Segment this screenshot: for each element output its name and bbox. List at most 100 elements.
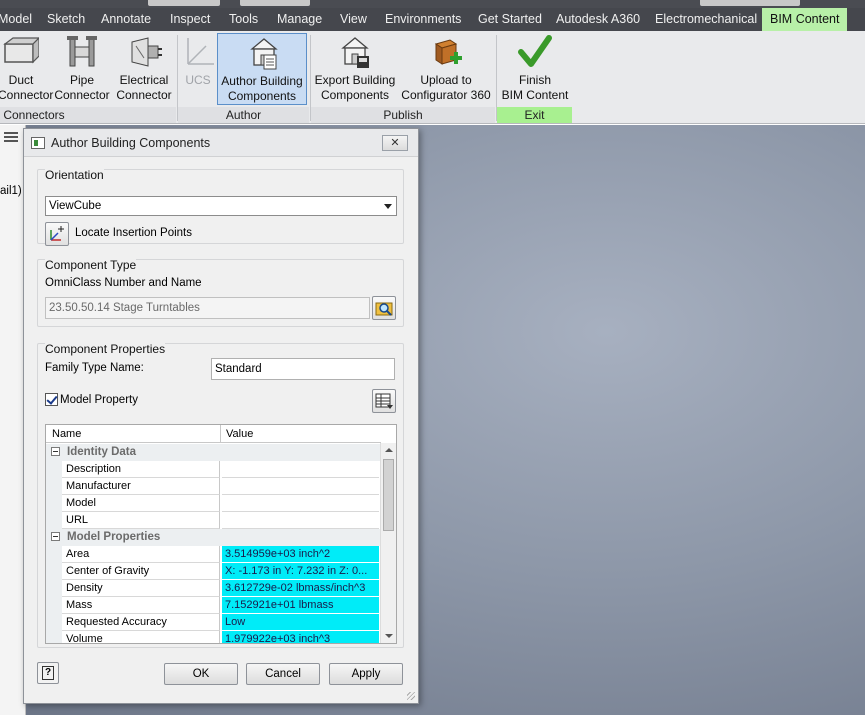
pipe-connector-button[interactable]: Pipe Connector (52, 34, 112, 103)
ucs-label: UCS (185, 73, 211, 87)
tab-inspect[interactable]: Inspect (168, 8, 212, 31)
property-grid-header: Name Value (46, 425, 381, 443)
duct-connector-label-1: Duct (8, 73, 34, 87)
apply-button[interactable]: Apply (329, 663, 403, 685)
property-value[interactable] (222, 461, 379, 478)
author-building-icon (250, 38, 278, 70)
panel-label-connectors: Connectors (0, 107, 176, 123)
tab-annotate[interactable]: Annotate (99, 8, 153, 31)
table-row[interactable]: Volume 1.979922e+03 inch^3 (46, 631, 381, 643)
model-property-checkbox[interactable] (45, 393, 58, 406)
property-name: Volume (62, 631, 220, 643)
tab-get-started[interactable]: Get Started (476, 8, 544, 31)
family-type-label: Family Type Name: (45, 362, 144, 374)
pipe-connector-label-1: Pipe (69, 73, 95, 87)
tab-manage[interactable]: Manage (275, 8, 324, 31)
help-button[interactable]: ? (37, 662, 59, 684)
upload-configurator-button[interactable]: Upload to Configurator 360 (399, 34, 493, 103)
component-properties-group: Component Properties Family Type Name: S… (37, 342, 404, 648)
property-value[interactable]: 3.514959e+03 inch^2 (222, 546, 379, 563)
locate-insertion-points-button[interactable] (45, 222, 69, 246)
electrical-connector-button[interactable]: Electrical Connector (114, 34, 174, 103)
tab-electromechanical[interactable]: Electromechanical (653, 8, 759, 31)
property-grid-scrollbar[interactable] (380, 443, 396, 643)
property-table-button[interactable] (372, 389, 396, 413)
property-name: Model (62, 495, 220, 512)
table-row[interactable]: Mass 7.152921e+01 lbmass (46, 597, 381, 614)
table-row[interactable]: Density 3.612729e-02 lbmass/inch^3 (46, 580, 381, 597)
collapse-icon[interactable] (51, 447, 60, 456)
row-gutter (46, 495, 62, 512)
author-building-components-button[interactable]: Author Building Components (217, 33, 307, 105)
tab-model[interactable]: Model (0, 8, 34, 31)
ucs-button[interactable]: UCS (180, 34, 216, 88)
property-value[interactable]: 7.152921e+01 lbmass (222, 597, 379, 614)
electrical-connector-label-1: Electrical (119, 73, 169, 87)
menu-icon[interactable] (4, 132, 18, 142)
collapse-icon[interactable] (51, 532, 60, 541)
browser-node-text[interactable]: ail1) (0, 185, 22, 197)
duct-connector-button[interactable]: Duct Connector (0, 34, 53, 103)
table-row[interactable]: URL (46, 512, 381, 529)
property-grid: Name Value Identity Data Description Man… (45, 424, 397, 644)
property-value[interactable] (222, 512, 379, 529)
finish-bim-content-button[interactable]: Finish BIM Content (499, 34, 571, 103)
table-row[interactable]: Description (46, 461, 381, 478)
property-name: Density (62, 580, 220, 597)
export-building-components-button[interactable]: Export Building Components (313, 34, 397, 103)
column-header-value[interactable]: Value (226, 428, 253, 440)
table-row[interactable]: Manufacturer (46, 478, 381, 495)
property-value[interactable]: 3.612729e-02 lbmass/inch^3 (222, 580, 379, 597)
tab-sketch[interactable]: Sketch (45, 8, 87, 31)
scroll-thumb[interactable] (383, 459, 394, 531)
tab-environments[interactable]: Environments (383, 8, 463, 31)
title-strip (0, 0, 865, 8)
search-field[interactable] (700, 0, 800, 6)
category-model-properties[interactable]: Model Properties (46, 529, 381, 546)
property-value[interactable]: X: -1.173 in Y: 7.232 in Z: 0... (222, 563, 379, 580)
scroll-up-icon[interactable] (385, 448, 393, 452)
resize-grip[interactable] (407, 692, 415, 700)
panel-label-author: Author (178, 107, 309, 123)
upload-configurator-label-2: Configurator 360 (401, 88, 491, 102)
model-property-label: Model Property (60, 394, 138, 406)
column-header-name[interactable]: Name (52, 428, 81, 440)
tab-bim-content[interactable]: BIM Content (762, 8, 848, 31)
category-identity-data[interactable]: Identity Data (46, 444, 381, 461)
column-splitter[interactable] (220, 425, 221, 443)
electrical-connector-label-2: Connector (116, 88, 172, 102)
orientation-group: Orientation ViewCube Locate Insertion Po… (37, 168, 404, 246)
table-row[interactable]: Center of Gravity X: -1.173 in Y: 7.232 … (46, 563, 381, 580)
tab-view[interactable]: View (338, 8, 369, 31)
property-value[interactable]: 1.979922e+03 inch^3 (222, 631, 379, 643)
dialog-app-icon (31, 137, 45, 149)
property-value[interactable] (222, 478, 379, 495)
property-name: URL (62, 512, 220, 529)
ok-button[interactable]: OK (164, 663, 238, 685)
property-value[interactable]: Low (222, 614, 379, 631)
omniclass-browse-button[interactable] (372, 296, 396, 320)
cancel-button[interactable]: Cancel (246, 663, 320, 685)
table-row[interactable]: Requested Accuracy Low (46, 614, 381, 631)
table-row[interactable]: Model (46, 495, 381, 512)
browse-folder-icon (375, 302, 393, 316)
close-button[interactable]: ✕ (382, 135, 408, 151)
scroll-down-icon[interactable] (385, 634, 393, 638)
quick-access-field-2[interactable] (240, 0, 310, 6)
dialog-titlebar[interactable]: Author Building Components ✕ (24, 129, 418, 157)
component-type-group: Component Type OmniClass Number and Name… (37, 258, 404, 327)
pipe-connector-label-2: Connector (54, 88, 110, 102)
category-label: Model Properties (67, 531, 161, 543)
orientation-selected-value: ViewCube (49, 200, 102, 212)
orientation-dropdown[interactable]: ViewCube (45, 196, 397, 216)
export-building-label-1: Export Building (314, 73, 396, 87)
family-type-input[interactable]: Standard (211, 358, 395, 380)
property-value[interactable] (222, 495, 379, 512)
quick-access-field[interactable] (148, 0, 220, 6)
tab-autodesk-a360[interactable]: Autodesk A360 (554, 8, 642, 31)
table-row[interactable]: Area 3.514959e+03 inch^2 (46, 546, 381, 563)
tab-tools[interactable]: Tools (227, 8, 260, 31)
orientation-group-title: Orientation (45, 168, 104, 182)
omniclass-field[interactable]: 23.50.50.14 Stage Turntables (45, 297, 370, 319)
category-label: Identity Data (67, 446, 137, 458)
